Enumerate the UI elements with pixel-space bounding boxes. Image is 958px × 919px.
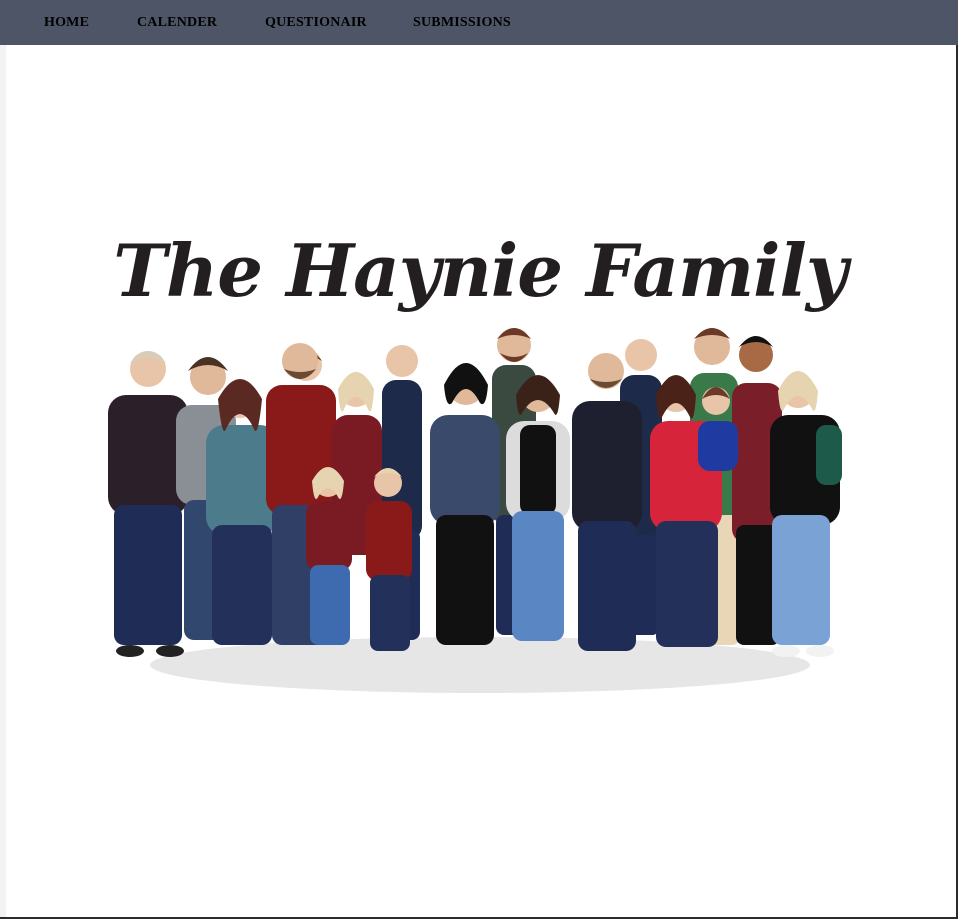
- person-front-1: [108, 351, 188, 657]
- hero-title: The Haynie Family: [113, 227, 847, 313]
- family-illustration: [108, 328, 842, 693]
- nav-home-link[interactable]: HOME: [44, 15, 89, 31]
- person-front-6: [430, 363, 500, 645]
- nav-submissions-link[interactable]: SUBMISSIONS: [413, 15, 511, 31]
- top-navbar: HOME CALENDER QUESTIONAIR SUBMISSIONS: [0, 0, 958, 45]
- family-hero-image: The Haynie Family: [100, 215, 860, 695]
- nav-calender-link[interactable]: CALENDER: [137, 15, 217, 31]
- nav-questionair-link[interactable]: QUESTIONAIR: [265, 15, 367, 31]
